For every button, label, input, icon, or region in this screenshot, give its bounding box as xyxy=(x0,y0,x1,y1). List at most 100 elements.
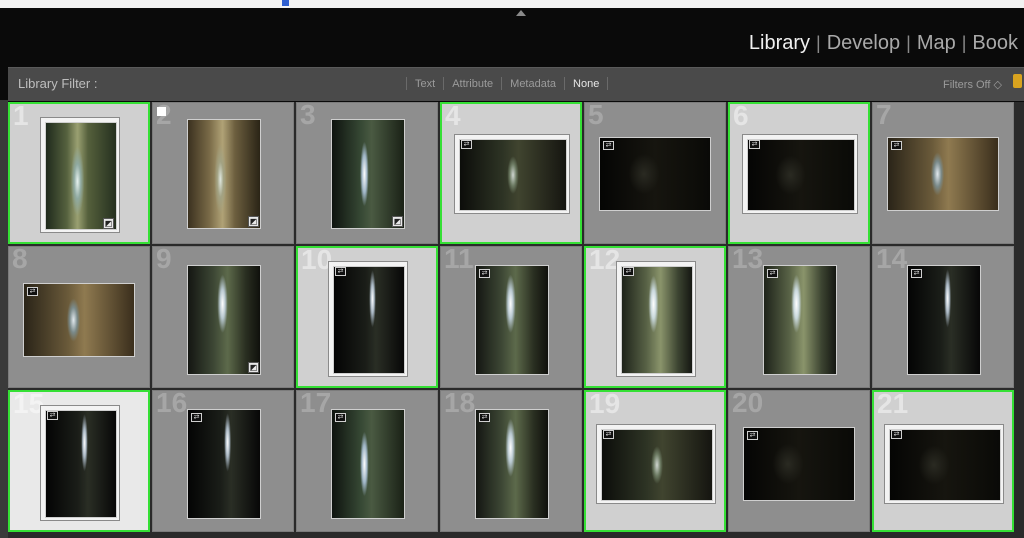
thumbnail-image xyxy=(333,266,405,374)
stack-icon[interactable]: ⇄ xyxy=(747,431,758,440)
stack-icon[interactable]: ⇄ xyxy=(479,269,490,278)
flag-icon[interactable] xyxy=(157,107,166,116)
grid-cell[interactable]: 19 ⇄ xyxy=(584,390,726,532)
stack-icon[interactable]: ⇄ xyxy=(767,269,778,278)
thumbnail-frame: ⇄ xyxy=(596,424,716,504)
thumbnail-image: ⇄ xyxy=(23,283,135,357)
cell-index: 19 xyxy=(589,390,621,419)
grid-cell[interactable]: 21 ⇄ xyxy=(872,390,1014,532)
cell-index: 13 xyxy=(732,246,764,274)
window-titlebar xyxy=(0,0,1024,8)
collapse-panel-arrow-icon[interactable] xyxy=(516,10,526,16)
stack-icon[interactable]: ⇄ xyxy=(27,287,38,296)
cell-index: 18 xyxy=(444,390,476,418)
stack-icon[interactable]: ⇄ xyxy=(911,269,922,278)
grid-cell[interactable]: 12 ⇄ xyxy=(584,246,726,388)
filter-options: Text Attribute Metadata None xyxy=(406,77,609,90)
thumbnail-image: ⇄ xyxy=(763,265,837,375)
stack-icon[interactable]: ⇄ xyxy=(191,413,202,422)
stack-icon[interactable]: ⇄ xyxy=(603,141,614,150)
thumbnail-frame: ⇄ xyxy=(742,134,858,214)
thumbnail-image: ⇄ xyxy=(907,265,981,375)
thumbnail-frame: ⇄ xyxy=(328,261,408,377)
grid-cell[interactable]: 7 ⇄ xyxy=(872,102,1014,244)
thumbnail-grid: 1 ◩ 2 ◩ 3 ◩ 4 ⇄ 5 ⇄ 6 ⇄ 7 ⇄ 8 ⇄ 9 ◩ 10 ⇄… xyxy=(8,102,1024,538)
cell-index: 20 xyxy=(732,390,764,418)
cell-index: 3 xyxy=(300,102,316,130)
grid-cell[interactable]: 15 ⇄ xyxy=(8,390,150,532)
cell-index: 16 xyxy=(156,390,188,418)
grid-cell[interactable]: 8 ⇄ xyxy=(8,246,150,388)
filters-off-label: Filters Off xyxy=(943,79,991,91)
module-picker: Library | Develop | Map | Book xyxy=(743,28,1024,58)
thumbnail-frame: ⇄ xyxy=(616,261,696,377)
filters-off-dropdown[interactable]: Filters Off ◇ xyxy=(943,78,1002,91)
thumbnail-image xyxy=(459,139,567,211)
grid-cell[interactable]: 4 ⇄ xyxy=(440,102,582,244)
thumbnail-image xyxy=(747,139,855,211)
stack-icon[interactable]: ⇄ xyxy=(47,411,58,420)
filter-metadata[interactable]: Metadata xyxy=(502,78,564,90)
grid-cell[interactable]: 6 ⇄ xyxy=(728,102,870,244)
stack-icon[interactable]: ⇄ xyxy=(479,413,490,422)
cell-index: 7 xyxy=(876,102,892,130)
thumbnail-image: ◩ xyxy=(187,119,261,229)
edit-icon[interactable]: ◩ xyxy=(392,216,403,227)
library-filter-title: Library Filter : xyxy=(18,76,98,91)
cell-index: 17 xyxy=(300,390,332,418)
filter-attribute[interactable]: Attribute xyxy=(444,78,501,90)
edit-icon[interactable]: ◩ xyxy=(248,362,259,373)
cell-index: 1 xyxy=(13,102,29,131)
thumbnail-image xyxy=(621,266,693,374)
grid-cell[interactable]: 11 ⇄ xyxy=(440,246,582,388)
thumbnail-image xyxy=(601,429,713,501)
cell-index: 5 xyxy=(588,102,604,130)
stack-icon[interactable]: ⇄ xyxy=(335,267,346,276)
thumbnail-frame: ⇄ xyxy=(40,405,120,521)
stack-icon[interactable]: ⇄ xyxy=(335,413,346,422)
grid-cell[interactable]: 17 ⇄ xyxy=(296,390,438,532)
cell-index: 6 xyxy=(733,102,749,131)
grid-cell[interactable]: 2 ◩ xyxy=(152,102,294,244)
stack-icon[interactable]: ⇄ xyxy=(749,140,760,149)
thumbnail-image: ⇄ xyxy=(743,427,855,501)
grid-cell[interactable]: 5 ⇄ xyxy=(584,102,726,244)
module-book[interactable]: Book xyxy=(966,32,1024,55)
filter-none[interactable]: None xyxy=(565,78,607,90)
edit-icon[interactable]: ◩ xyxy=(248,216,259,227)
module-library[interactable]: Library xyxy=(743,32,816,55)
grid-cell[interactable]: 16 ⇄ xyxy=(152,390,294,532)
lock-icon[interactable] xyxy=(1013,74,1022,88)
grid-cell[interactable]: 9 ◩ xyxy=(152,246,294,388)
stack-icon[interactable]: ⇄ xyxy=(461,140,472,149)
thumbnail-image: ◩ xyxy=(187,265,261,375)
thumbnail-frame: ◩ xyxy=(40,117,120,233)
thumbnail-image: ⇄ xyxy=(331,409,405,519)
edit-icon[interactable]: ◩ xyxy=(103,218,114,229)
stack-icon[interactable]: ⇄ xyxy=(891,141,902,150)
filter-text[interactable]: Text xyxy=(407,78,443,90)
cell-index: 14 xyxy=(876,246,908,274)
stack-icon[interactable]: ⇄ xyxy=(891,430,902,439)
grid-cell[interactable]: 1 ◩ xyxy=(8,102,150,244)
stack-icon[interactable]: ⇄ xyxy=(623,267,634,276)
thumbnail-image: ⇄ xyxy=(475,265,549,375)
thumbnail-image xyxy=(45,410,117,518)
grid-cell[interactable]: 20 ⇄ xyxy=(728,390,870,532)
grid-cell[interactable]: 14 ⇄ xyxy=(872,246,1014,388)
thumbnail-frame: ⇄ xyxy=(454,134,570,214)
grid-cell[interactable]: 13 ⇄ xyxy=(728,246,870,388)
thumbnail-image xyxy=(45,122,117,230)
grid-cell[interactable]: 10 ⇄ xyxy=(296,246,438,388)
module-develop[interactable]: Develop xyxy=(821,32,906,55)
grid-cell[interactable]: 3 ◩ xyxy=(296,102,438,244)
grid-cell[interactable]: 18 ⇄ xyxy=(440,390,582,532)
cell-index: 11 xyxy=(444,246,474,274)
cell-index: 8 xyxy=(12,246,28,274)
stack-icon[interactable]: ⇄ xyxy=(603,430,614,439)
thumbnail-image: ⇄ xyxy=(475,409,549,519)
cell-index: 21 xyxy=(877,390,909,419)
left-panel-edge[interactable] xyxy=(0,100,8,538)
library-filter-bar: Library Filter : Text Attribute Metadata… xyxy=(8,67,1024,101)
module-map[interactable]: Map xyxy=(911,32,962,55)
